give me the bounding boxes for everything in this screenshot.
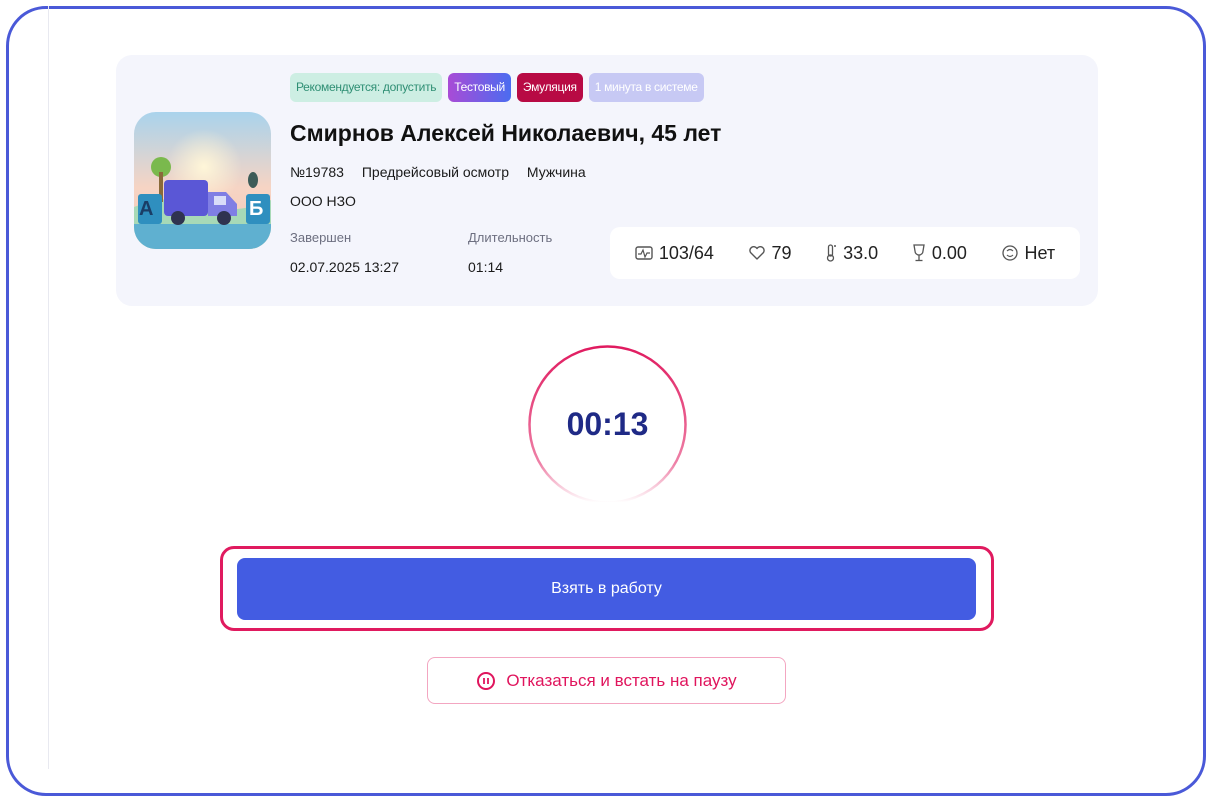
take-in-work-button[interactable]: Взять в работу [237,558,976,620]
patient-meta: №19783 Предрейсовый осмотр Мужчина [290,164,600,180]
completed-value: 02.07.2025 13:27 [290,259,399,275]
temperature-value: 33.0 [843,242,879,263]
truck-route-icon [134,112,271,249]
time-in-system-badge: 1 минута в системе [588,73,704,102]
status-tags: Рекомендуется: допустить Тестовый Эмуляц… [290,73,704,102]
temperature-vital: 33.0 [825,243,878,264]
recommendation-badge: Рекомендуется: допустить [290,73,443,102]
exam-number: №19783 [290,164,344,180]
blood-pressure-icon [635,246,653,260]
countdown-timer: 00:13 [527,344,688,505]
completed-label: Завершен [290,230,352,245]
organization-name: ООО НЗО [290,193,356,209]
take-in-work-label: Взять в работу [551,580,662,597]
pressure-value: 103/64 [658,242,714,263]
drugs-value: Нет [1024,242,1056,263]
pause-circle-icon [477,671,496,690]
pulse-value: 79 [771,242,792,263]
pressure-vital: 103/64 [635,243,714,264]
wine-glass-icon [913,244,925,262]
sidebar-divider [48,6,49,769]
alcohol-value: 0.00 [931,242,967,263]
heart-icon [748,246,765,260]
drugs-vital: Нет [1001,242,1056,264]
decline-and-pause-button[interactable]: Отказаться и встать на паузу [427,657,786,704]
alcohol-vital: 0.00 [912,243,967,264]
patient-name: Смирнов Алексей Николаевич, 45 лет [290,120,722,146]
drug-test-icon [1001,245,1018,261]
exam-thumbnail: А Б [134,112,271,249]
timer-value: 00:13 [566,406,649,442]
patient-gender: Мужчина [526,164,586,180]
thermometer-icon [827,244,837,262]
pulse-vital: 79 [748,243,792,264]
route-start-label: А [139,198,154,220]
route-end-label: Б [249,198,264,220]
test-badge: Тестовый [448,73,511,102]
emulation-badge: Эмуляция [516,73,583,102]
duration-label: Длительность [468,230,553,245]
vitals-panel: 103/64 79 33.0 0.00 Нет [610,227,1080,279]
exam-type: Предрейсовый осмотр [361,164,509,180]
duration-value: 01:14 [468,259,504,275]
decline-and-pause-label: Отказаться и встать на паузу [506,670,737,690]
